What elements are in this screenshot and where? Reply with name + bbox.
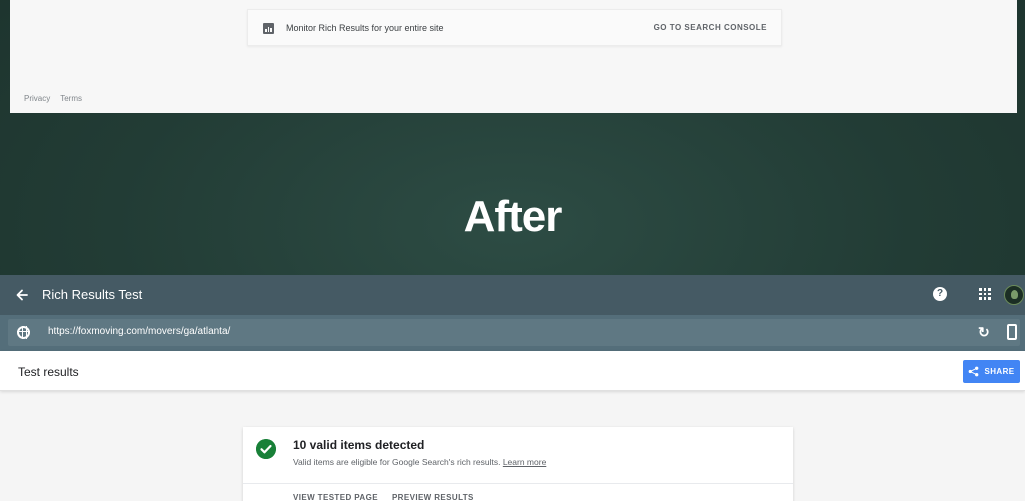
privacy-link[interactable]: Privacy (24, 94, 50, 103)
url-bar: https://foxmoving.com/movers/ga/atlanta/… (0, 315, 1025, 351)
device-icon[interactable] (1007, 324, 1017, 340)
console-card-text: Monitor Rich Results for your entire sit… (286, 23, 444, 33)
after-heading: After (463, 192, 563, 241)
app-title: Rich Results Test (42, 287, 143, 302)
card-actions: VIEW TESTED PAGE PREVIEW RESULTS (293, 493, 474, 501)
learn-more-link[interactable]: Learn more (503, 457, 546, 467)
test-results-bar: Test results SHARE (0, 351, 1025, 391)
apps-grid-icon[interactable] (979, 288, 991, 300)
share-label: SHARE (984, 367, 1015, 376)
page-title: Test results (18, 365, 79, 379)
valid-items-title: 10 valid items detected (293, 438, 425, 452)
terms-link[interactable]: Terms (60, 94, 82, 103)
app-bar: Rich Results Test ? (0, 275, 1025, 315)
search-console-card: Monitor Rich Results for your entire sit… (247, 9, 782, 46)
avatar[interactable] (1004, 285, 1024, 305)
share-icon (969, 366, 979, 377)
help-icon[interactable]: ? (933, 287, 947, 301)
reload-icon[interactable]: ↻ (978, 325, 992, 339)
preview-results-button[interactable]: PREVIEW RESULTS (392, 493, 474, 501)
check-circle-icon (256, 439, 276, 459)
go-to-search-console-link[interactable]: GO TO SEARCH CONSOLE (654, 23, 767, 32)
after-screenshot: Rich Results Test ? https://foxmoving.co… (0, 275, 1025, 501)
divider (243, 483, 793, 484)
url-input[interactable]: https://foxmoving.com/movers/ga/atlanta/… (8, 319, 1020, 346)
valid-items-description: Valid items are eligible for Google Sear… (293, 457, 546, 467)
before-screenshot: Monitor Rich Results for your entire sit… (10, 0, 1017, 113)
url-text[interactable]: https://foxmoving.com/movers/ga/atlanta/ (48, 326, 230, 337)
valid-desc-text: Valid items are eligible for Google Sear… (293, 457, 501, 467)
share-button[interactable]: SHARE (963, 360, 1020, 383)
valid-items-card: 10 valid items detected Valid items are … (243, 427, 793, 501)
view-tested-page-button[interactable]: VIEW TESTED PAGE (293, 493, 378, 501)
globe-icon (17, 326, 30, 339)
footer-links: Privacy Terms (24, 94, 82, 103)
back-arrow-icon[interactable] (14, 287, 30, 303)
console-chart-icon (263, 23, 274, 34)
